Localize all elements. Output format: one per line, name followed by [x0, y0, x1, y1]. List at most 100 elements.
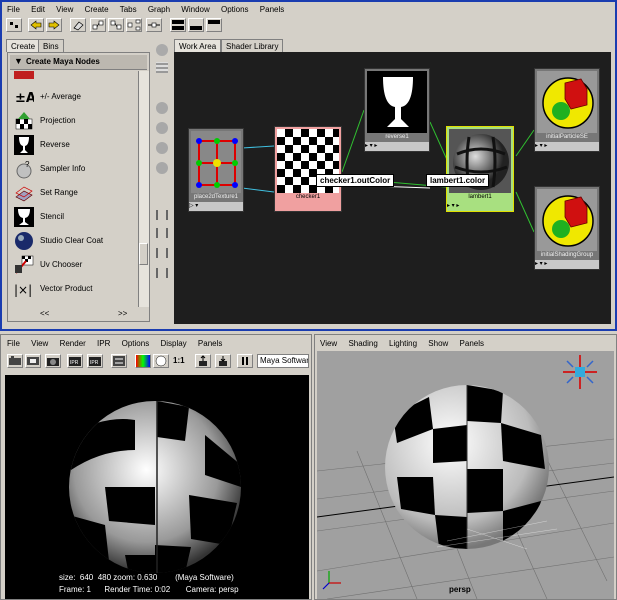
shelf-sphere-button[interactable] — [156, 44, 168, 56]
layout-split-icon — [172, 20, 184, 30]
dots-icon — [10, 22, 18, 28]
menu-show[interactable]: Show — [428, 339, 448, 348]
section-header[interactable]: ▼ Create Maya Nodes — [10, 55, 147, 70]
render-image-area[interactable]: size: 640 480 zoom: 0.630 (Maya Software… — [5, 375, 309, 599]
render-region-icon — [27, 357, 39, 365]
render-settings-button[interactable] — [111, 354, 127, 368]
remove-image-button[interactable] — [215, 354, 231, 368]
node-port-bar[interactable]: ▸ ▾ ▸ — [535, 142, 599, 151]
list-item[interactable]: Stencil — [10, 205, 137, 229]
menu-view[interactable]: View — [56, 5, 73, 14]
shelf-grid-icon[interactable] — [156, 62, 168, 73]
redo-render-button[interactable] — [7, 354, 23, 368]
node-place2dtexture[interactable]: place2dTexture1 ▷ ▾ — [188, 128, 244, 212]
list-item[interactable]: Uv Chooser — [10, 253, 137, 277]
menu-panels[interactable]: Panels — [198, 339, 222, 348]
arrow-left-button[interactable] — [28, 18, 44, 32]
list-item[interactable]: Projection — [10, 109, 137, 133]
list-item-partial[interactable] — [10, 71, 137, 81]
menu-file[interactable]: File — [7, 339, 20, 348]
ipr-render-button[interactable]: IPR — [67, 354, 83, 368]
studio-clear-coat-icon — [14, 231, 34, 251]
place2d-texture-icon — [191, 131, 241, 193]
node-port-bar[interactable] — [275, 202, 341, 211]
sphere-swatch-icon[interactable] — [156, 162, 168, 174]
tab-shader-library[interactable]: Shader Library — [221, 39, 284, 52]
node-port-bar[interactable]: ▸ ▾ ▸ — [535, 260, 599, 269]
tab-work-area[interactable]: Work Area — [174, 39, 222, 52]
menu-file[interactable]: File — [7, 5, 20, 14]
layout-tool-icon[interactable] — [156, 210, 168, 220]
render-region-button[interactable] — [25, 354, 41, 368]
scroll-right-button[interactable]: >> — [118, 309, 127, 318]
tab-create[interactable]: Create — [6, 39, 41, 52]
layout-tool-icon[interactable] — [156, 268, 168, 278]
menu-panels[interactable]: Panels — [260, 5, 284, 14]
snapshot-button[interactable] — [45, 354, 61, 368]
menu-render[interactable]: Render — [60, 339, 86, 348]
menu-lighting[interactable]: Lighting — [389, 339, 417, 348]
tab-bins[interactable]: Bins — [38, 39, 64, 52]
layout-bottom-button[interactable] — [188, 18, 204, 32]
node-initial-particle-se[interactable]: initialParticleSE ▸ ▾ ▸ — [534, 68, 600, 152]
menu-tabs[interactable]: Tabs — [120, 5, 137, 14]
menu-display[interactable]: Display — [160, 339, 186, 348]
node-initial-shading-group[interactable]: initialShadingGroup ▸ ▾ ▸ — [534, 186, 600, 270]
eraser-button[interactable] — [70, 18, 86, 32]
menu-panels[interactable]: Panels — [460, 339, 484, 348]
camera-icon — [47, 358, 59, 366]
node-reverse[interactable]: reverse1 ▸ ▾ ▸ — [364, 68, 430, 152]
pause-button[interactable] — [237, 354, 253, 368]
graph-down-button[interactable] — [108, 18, 124, 32]
list-item[interactable]: |×| Vector Product — [10, 277, 137, 301]
sphere-swatch-icon[interactable] — [156, 102, 168, 114]
toggle-panel-button[interactable] — [6, 18, 22, 32]
list-item[interactable]: Reverse — [10, 133, 137, 157]
renderer-dropdown[interactable]: Maya Softwar — [257, 354, 309, 368]
layout-tool-icon[interactable] — [156, 228, 168, 238]
layout-top-button[interactable] — [206, 18, 222, 32]
node-label: initialParticleSE — [546, 134, 588, 140]
graph-updown-button[interactable] — [126, 18, 142, 32]
node-port-bar[interactable]: ▸ ▾ ▸ — [447, 202, 513, 211]
layout-split-button[interactable] — [170, 18, 186, 32]
menu-edit[interactable]: Edit — [31, 5, 45, 14]
scroll-left-button[interactable]: << — [40, 309, 49, 318]
scrollbar-thumb[interactable] — [139, 243, 148, 265]
arrow-right-button[interactable] — [46, 18, 62, 32]
node-port-bar[interactable]: ▷ ▾ — [189, 202, 243, 211]
sphere-swatch-icon[interactable] — [156, 122, 168, 134]
menu-ipr[interactable]: IPR — [97, 339, 110, 348]
list-item[interactable]: ? Sampler Info — [10, 157, 137, 181]
graph-up-button[interactable] — [90, 18, 106, 32]
menu-options[interactable]: Options — [122, 339, 150, 348]
menu-graph[interactable]: Graph — [148, 5, 170, 14]
remove-image-icon — [219, 356, 227, 366]
menu-options[interactable]: Options — [221, 5, 249, 14]
node-lambert[interactable]: lambert1 ▸ ▾ ▸ — [446, 126, 514, 212]
menu-view[interactable]: View — [320, 339, 337, 348]
alpha-channel-button[interactable] — [153, 354, 169, 368]
viewport-canvas[interactable]: persp — [317, 351, 614, 599]
menu-shading[interactable]: Shading — [348, 339, 377, 348]
color-channel-button[interactable] — [135, 354, 151, 368]
list-item[interactable]: Studio Clear Coat — [10, 229, 137, 253]
work-area-graph[interactable]: place2dTexture1 ▷ ▾ checker1 reverse1 ▸ … — [174, 52, 611, 324]
menu-create[interactable]: Create — [85, 5, 109, 14]
node-port-bar[interactable]: ▸ ▾ ▸ — [365, 142, 429, 151]
list-item[interactable]: ±A +/- Average — [10, 85, 137, 109]
list-scrollbar[interactable] — [138, 71, 149, 307]
node-checker[interactable]: checker1 — [274, 126, 342, 212]
persp-viewport-window: View Shading Lighting Show Panels persp — [314, 334, 617, 600]
list-item[interactable]: Set Range — [10, 181, 137, 205]
ratio-label[interactable]: 1:1 — [173, 356, 185, 365]
create-panel: ▼ Create Maya Nodes ±A +/- Average Proje… — [7, 52, 150, 322]
keep-image-button[interactable] — [195, 354, 211, 368]
keep-image-icon — [199, 355, 207, 366]
sphere-swatch-icon[interactable] — [156, 142, 168, 154]
refresh-ipr-button[interactable]: IPR — [87, 354, 103, 368]
menu-view[interactable]: View — [31, 339, 48, 348]
layout-tool-icon[interactable] — [156, 248, 168, 258]
graph-input-output-button[interactable] — [146, 18, 162, 32]
menu-window[interactable]: Window — [181, 5, 209, 14]
